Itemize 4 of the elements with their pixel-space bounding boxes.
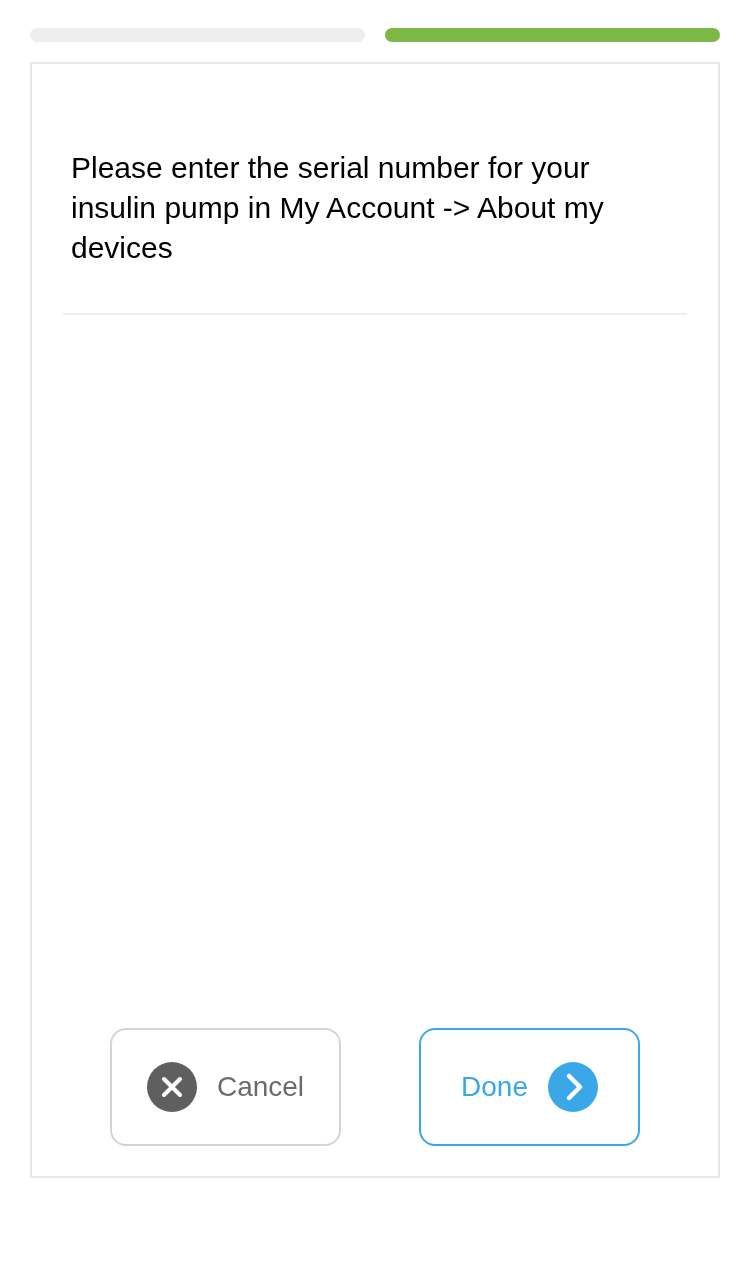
cancel-button[interactable]: Cancel xyxy=(110,1028,341,1146)
instruction-text: Please enter the serial number for your insulin pump in My Account -> About my devices xyxy=(70,150,605,266)
chevron-right-icon xyxy=(547,1062,598,1112)
close-icon xyxy=(146,1062,197,1112)
